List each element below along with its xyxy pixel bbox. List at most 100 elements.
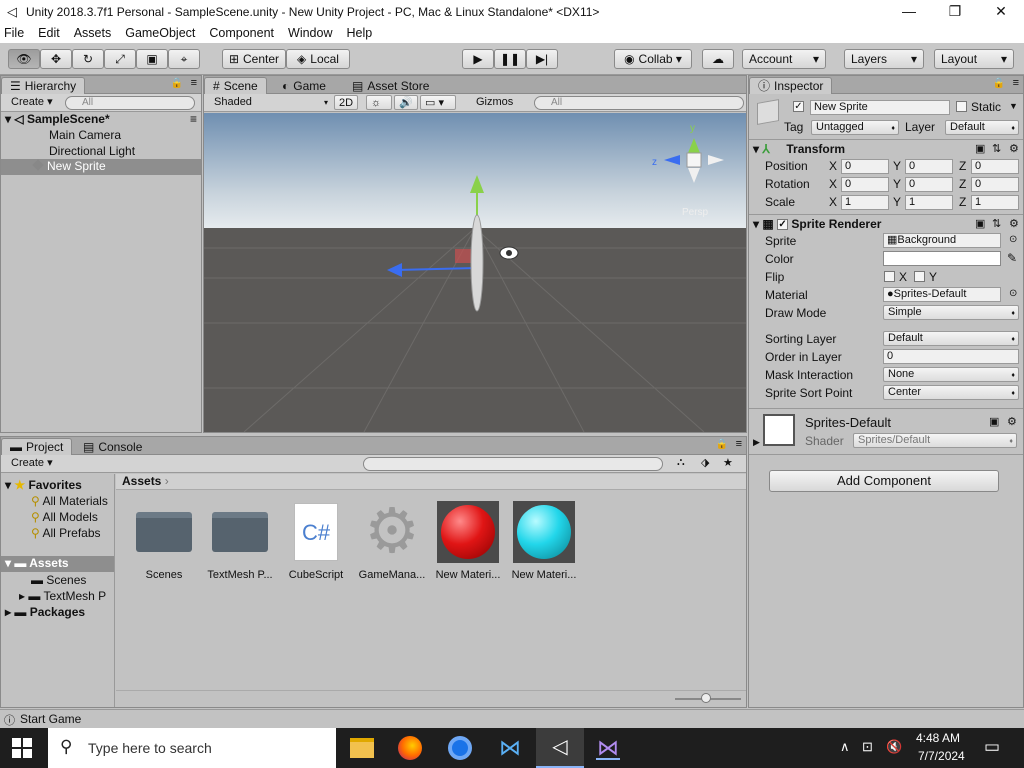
assets-root-item[interactable]: ▾ ▬ Assets: [1, 556, 114, 572]
favorites-header[interactable]: ▾ ★ Favorites: [5, 478, 82, 492]
position-z-field[interactable]: 0: [971, 159, 1019, 174]
material-field[interactable]: ●Sprites-Default: [883, 287, 1001, 302]
foldout-right-icon[interactable]: ▶: [753, 437, 760, 448]
notification-icon[interactable]: ▭: [984, 737, 1000, 757]
scene-menu-icon[interactable]: ≡: [190, 112, 197, 126]
tab-inspector[interactable]: ⓘ Inspector: [749, 77, 833, 94]
static-dropdown-icon[interactable]: ▼: [1009, 101, 1018, 111]
mode-2d-toggle[interactable]: 2D: [334, 95, 358, 110]
zoom-slider-thumb[interactable]: [701, 693, 711, 703]
transform-tool-icon[interactable]: ⌖: [168, 49, 200, 69]
new-sprite-object[interactable]: [470, 214, 484, 312]
mask-interaction-dropdown[interactable]: None: [883, 367, 1019, 382]
hierarchy-item-main-camera[interactable]: Main Camera: [49, 128, 121, 142]
clock-date[interactable]: 7/7/2024: [918, 749, 965, 763]
menu-component[interactable]: Component: [209, 26, 274, 40]
filter-label-icon[interactable]: ⬗: [701, 456, 709, 469]
folder-textmesh[interactable]: ▸ ▬ TextMesh P: [19, 589, 106, 603]
windows-start-icon[interactable]: [12, 738, 32, 758]
order-in-layer-field[interactable]: 0: [883, 349, 1019, 364]
asset-item-textmesh[interactable]: TextMesh P...: [205, 501, 275, 581]
layout-dropdown[interactable]: Layout ▾: [934, 49, 1014, 69]
tag-dropdown[interactable]: Untagged: [811, 120, 899, 135]
flip-x-checkbox[interactable]: [884, 271, 895, 282]
file-explorer-icon[interactable]: [350, 738, 374, 758]
plane-handle[interactable]: [455, 249, 471, 263]
rotation-x-field[interactable]: 0: [841, 177, 889, 192]
favorite-star-icon[interactable]: ★: [723, 456, 733, 469]
scene-root-row[interactable]: ▾ ◁ SampleScene* ≡: [5, 112, 201, 126]
lock-icon[interactable]: 🔒: [171, 78, 183, 89]
rotation-y-field[interactable]: 0: [905, 177, 953, 192]
preset-icon[interactable]: ⇅: [992, 217, 1001, 230]
scene-search-input[interactable]: All: [534, 96, 744, 110]
lighting-toggle-icon[interactable]: ☼: [366, 95, 392, 110]
panel-menu-icon[interactable]: ≡: [191, 77, 197, 89]
static-checkbox[interactable]: [956, 101, 967, 112]
hierarchy-create-button[interactable]: Create ▾: [7, 95, 57, 110]
object-picker-icon[interactable]: ⊙: [1009, 234, 1017, 245]
account-dropdown[interactable]: Account ▾: [742, 49, 826, 69]
hierarchy-item-new-sprite[interactable]: New Sprite: [1, 159, 201, 175]
minimize-button[interactable]: —: [886, 0, 932, 23]
step-button[interactable]: ▶|: [526, 49, 558, 69]
object-name-field[interactable]: New Sprite: [810, 100, 950, 115]
favorites-item[interactable]: ⚲ All Models: [31, 510, 98, 524]
rect-tool-icon[interactable]: ▣: [136, 49, 168, 69]
help-icon[interactable]: ▣: [989, 415, 999, 428]
pause-button[interactable]: ❚❚: [494, 49, 526, 69]
panel-menu-icon[interactable]: ≡: [736, 438, 742, 450]
vscode-icon[interactable]: ⋈: [498, 736, 522, 760]
tab-hierarchy[interactable]: ☰ Hierarchy: [1, 77, 86, 94]
eyedropper-icon[interactable]: ✎: [1007, 251, 1017, 265]
shader-dropdown[interactable]: Sprites/Default: [853, 433, 1017, 448]
scale-y-field[interactable]: 1: [905, 195, 953, 210]
scale-x-field[interactable]: 1: [841, 195, 889, 210]
position-x-field[interactable]: 0: [841, 159, 889, 174]
volume-muted-icon[interactable]: 🔇: [886, 739, 902, 755]
transform-header[interactable]: ▾ ⅄ Transform: [753, 142, 845, 156]
folder-scenes[interactable]: ▬ Scenes: [31, 573, 86, 587]
pivot-center-button[interactable]: ⊞ Center: [222, 49, 286, 69]
chevron-up-icon[interactable]: ∧: [840, 739, 850, 755]
draw-mode-dropdown[interactable]: Simple: [883, 305, 1019, 320]
sprite-sort-point-dropdown[interactable]: Center: [883, 385, 1019, 400]
taskbar-search-input[interactable]: ⚲ Type here to search: [48, 728, 336, 768]
collab-dropdown[interactable]: ◉ Collab ▾: [614, 49, 692, 69]
scale-z-field[interactable]: 1: [971, 195, 1019, 210]
help-icon[interactable]: ▣: [975, 217, 985, 230]
unity-taskbar-icon[interactable]: ◁: [536, 728, 584, 768]
gear-icon[interactable]: ⚙: [1007, 415, 1017, 428]
cloud-button[interactable]: ☁: [702, 49, 734, 69]
tab-console[interactable]: ▤ Console: [75, 438, 150, 455]
sorting-layer-dropdown[interactable]: Default: [883, 331, 1019, 346]
menu-help[interactable]: Help: [346, 26, 372, 40]
maximize-button[interactable]: ❐: [932, 0, 978, 23]
firefox-icon[interactable]: [398, 736, 422, 760]
sprite-renderer-enabled-checkbox[interactable]: ✓: [777, 219, 789, 231]
menu-edit[interactable]: Edit: [38, 26, 60, 40]
tab-asset-store[interactable]: ▤ Asset Store: [344, 77, 437, 94]
visual-studio-icon[interactable]: ⋈: [596, 736, 620, 760]
gear-icon[interactable]: ⚙: [1009, 142, 1019, 155]
object-picker-icon[interactable]: ⊙: [1009, 288, 1017, 299]
tab-game[interactable]: ◐ Game: [274, 77, 334, 94]
clock-time[interactable]: 4:48 AM: [916, 731, 960, 745]
status-message[interactable]: Start Game: [20, 712, 81, 726]
move-tool-icon[interactable]: ✥: [40, 49, 72, 69]
hierarchy-item-directional-light[interactable]: Directional Light: [49, 144, 135, 158]
layers-dropdown[interactable]: Layers ▾: [844, 49, 924, 69]
menu-gameobject[interactable]: GameObject: [125, 26, 195, 40]
tab-project[interactable]: ▬ Project: [1, 438, 73, 455]
favorites-item[interactable]: ⚲ All Prefabs: [31, 526, 101, 540]
play-button[interactable]: ▶: [462, 49, 494, 69]
hierarchy-search-input[interactable]: All: [65, 96, 195, 110]
flip-y-checkbox[interactable]: [914, 271, 925, 282]
asset-item-scenes[interactable]: Scenes: [129, 501, 199, 581]
scale-tool-icon[interactable]: ⤢: [104, 49, 136, 69]
tab-scene[interactable]: # Scene: [204, 77, 267, 94]
layer-dropdown[interactable]: Default: [945, 120, 1019, 135]
filter-type-icon[interactable]: ⛬: [677, 456, 685, 469]
effects-dropdown-icon[interactable]: ▭ ▾: [420, 95, 456, 110]
shading-dropdown[interactable]: Shaded ▾: [210, 95, 330, 110]
